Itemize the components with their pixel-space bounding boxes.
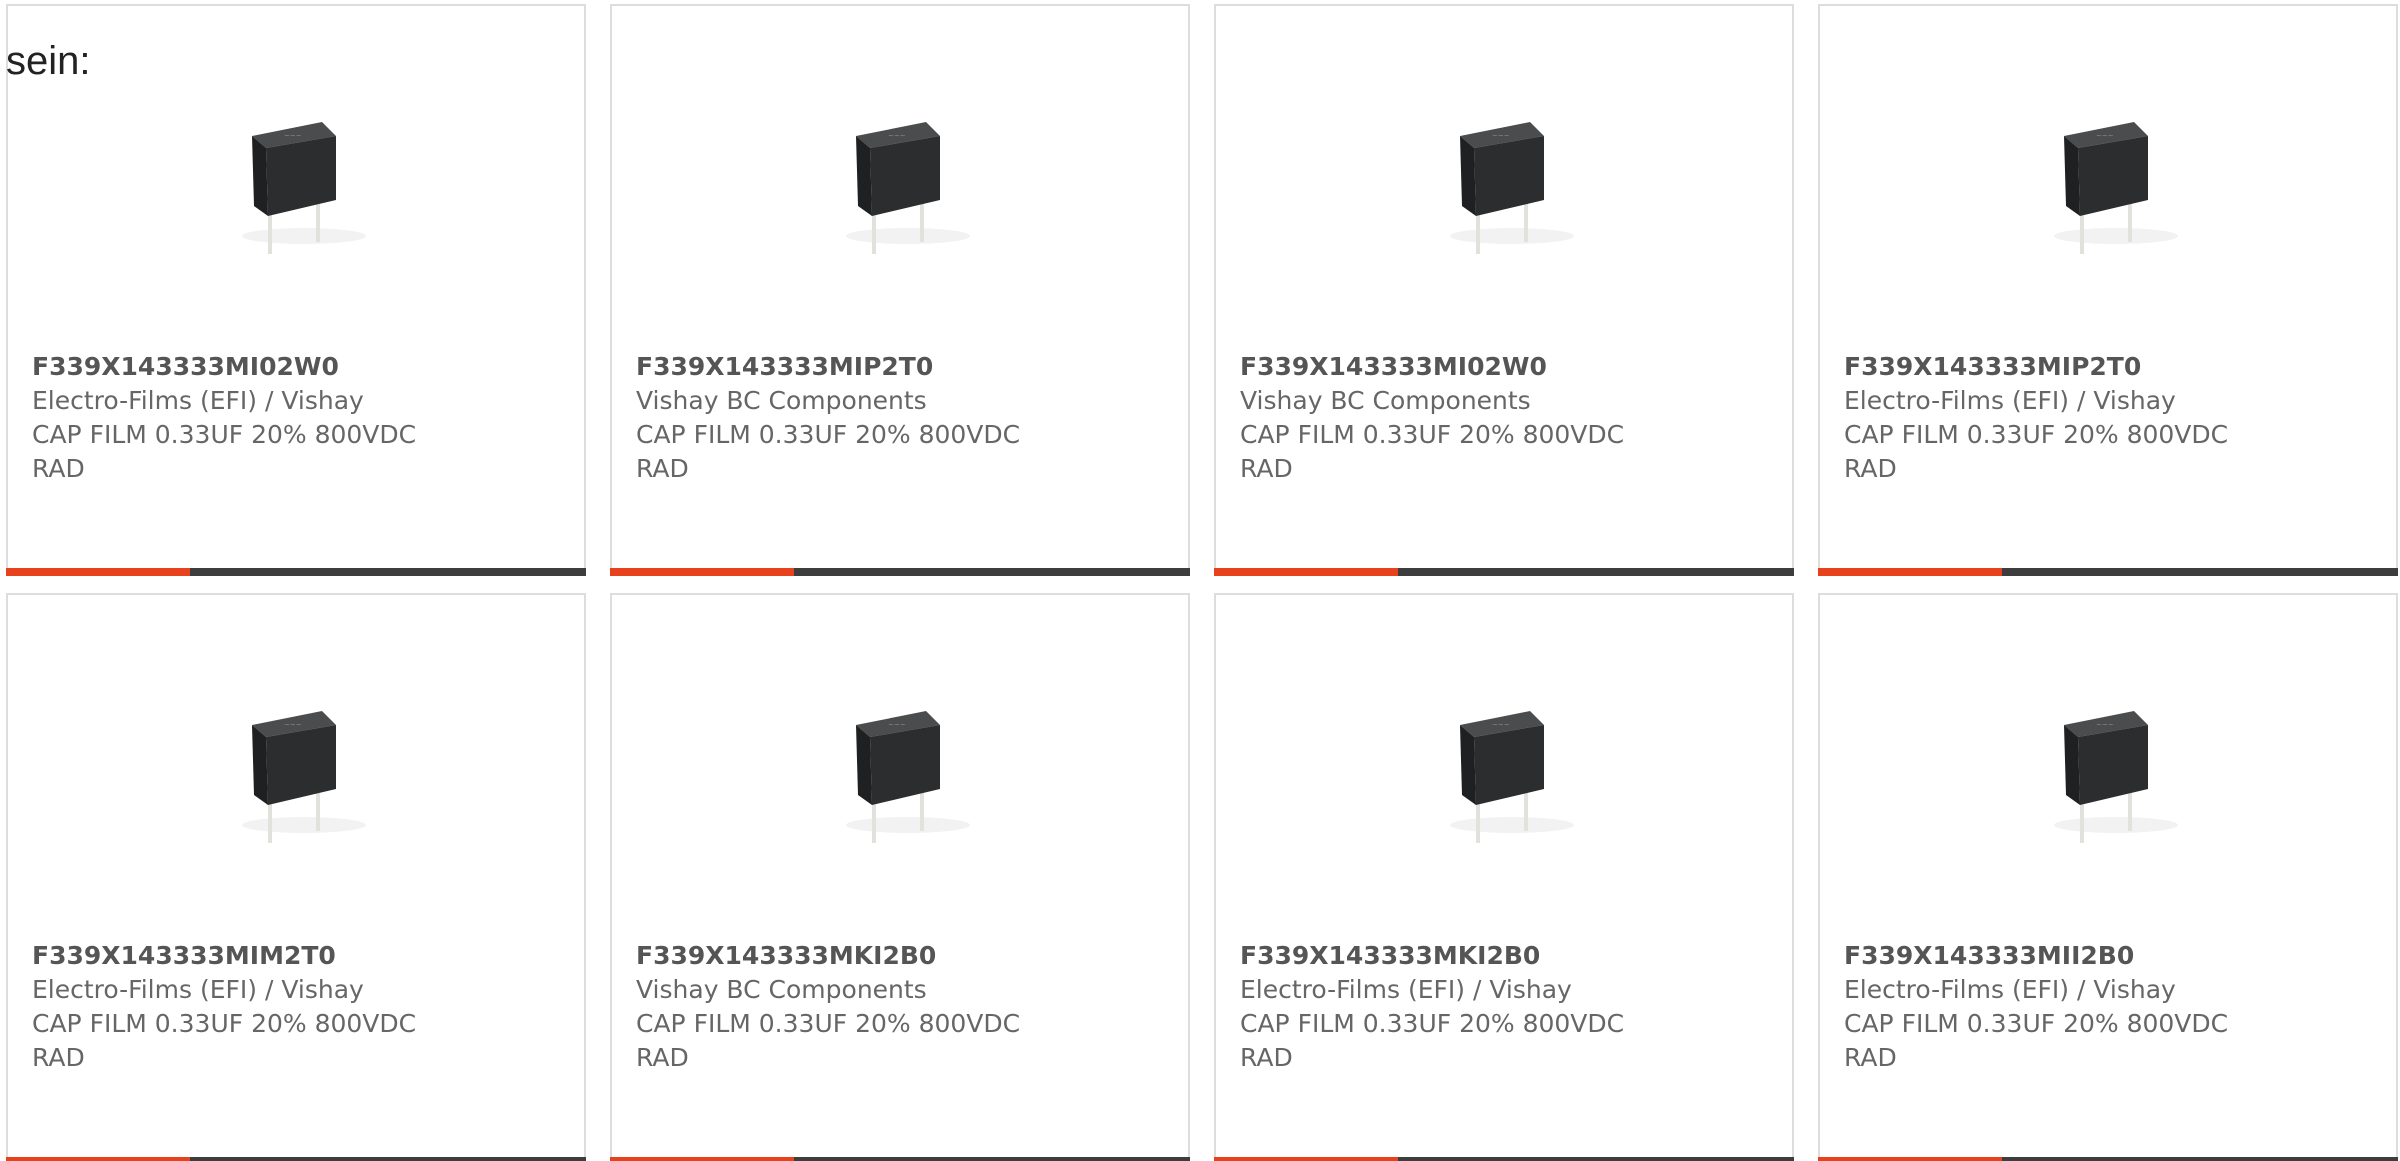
page: ~~~ F339X143333MI02W0 Electro-Films (EFI… xyxy=(0,0,2400,1161)
card-bottom-bar xyxy=(610,568,1190,576)
card-bottom-bar xyxy=(6,1157,586,1161)
card-bottom-bar xyxy=(6,568,586,576)
description-line-1: CAP FILM 0.33UF 20% 800VDC xyxy=(32,420,417,449)
description-line-1: CAP FILM 0.33UF 20% 800VDC xyxy=(636,1009,1021,1038)
manufacturer: Vishay BC Components xyxy=(636,386,927,415)
product-card[interactable]: ~~~ F339X143333MI02W0 Vishay BC Componen… xyxy=(1214,4,1794,576)
description-line-1: CAP FILM 0.33UF 20% 800VDC xyxy=(1240,420,1625,449)
card-bottom-bar xyxy=(1214,1157,1794,1161)
capacitor-image: ~~~ xyxy=(1450,122,1574,254)
card-bottom-bar xyxy=(1818,568,2398,576)
description-line-1: CAP FILM 0.33UF 20% 800VDC xyxy=(636,420,1021,449)
product-info: F339X143333MII2B0 Electro-Films (EFI) / … xyxy=(1844,939,2372,1075)
part-number[interactable]: F339X143333MIP2T0 xyxy=(636,350,1164,384)
card-accent-bar xyxy=(6,568,190,576)
svg-text:~~~: ~~~ xyxy=(888,721,906,729)
part-number[interactable]: F339X143333MKI2B0 xyxy=(1240,939,1768,973)
part-number[interactable]: F339X143333MIP2T0 xyxy=(1844,350,2372,384)
product-info: F339X143333MIP2T0 Vishay BC Components C… xyxy=(636,350,1164,486)
product-info: F339X143333MI02W0 Electro-Films (EFI) / … xyxy=(32,350,560,486)
capacitor-image: ~~~ xyxy=(242,711,366,843)
description-line-2: RAD xyxy=(1240,1043,1293,1072)
card-accent-bar xyxy=(610,568,794,576)
product-card[interactable]: ~~~ F339X143333MKI2B0 Electro-Films (EFI… xyxy=(1214,593,1794,1161)
manufacturer: Electro-Films (EFI) / Vishay xyxy=(32,975,364,1004)
card-accent-bar xyxy=(1214,568,1398,576)
svg-text:~~~: ~~~ xyxy=(888,132,906,140)
svg-text:~~~: ~~~ xyxy=(284,721,302,729)
card-bottom-bar xyxy=(1818,1157,2398,1161)
product-card[interactable]: ~~~ F339X143333MIP2T0 Vishay BC Componen… xyxy=(610,4,1190,576)
svg-text:~~~: ~~~ xyxy=(284,132,302,140)
product-info: F339X143333MKI2B0 Vishay BC Components C… xyxy=(636,939,1164,1075)
description-line-2: RAD xyxy=(32,1043,85,1072)
card-accent-bar xyxy=(610,1157,794,1161)
product-info: F339X143333MI02W0 Vishay BC Components C… xyxy=(1240,350,1768,486)
capacitor-image: ~~~ xyxy=(242,122,366,254)
description-line-2: RAD xyxy=(1844,1043,1897,1072)
card-bottom-bar xyxy=(1214,568,1794,576)
part-number[interactable]: F339X143333MIM2T0 xyxy=(32,939,560,973)
part-number[interactable]: F339X143333MI02W0 xyxy=(1240,350,1768,384)
description-line-2: RAD xyxy=(32,454,85,483)
description-line-2: RAD xyxy=(1240,454,1293,483)
product-card[interactable]: ~~~ F339X143333MII2B0 Electro-Films (EFI… xyxy=(1818,593,2398,1161)
capacitor-image: ~~~ xyxy=(2054,122,2178,254)
product-card[interactable]: ~~~ F339X143333MIP2T0 Electro-Films (EFI… xyxy=(1818,4,2398,576)
svg-text:~~~: ~~~ xyxy=(1492,132,1510,140)
product-grid: ~~~ F339X143333MI02W0 Electro-Films (EFI… xyxy=(6,4,2398,1161)
description-line-1: CAP FILM 0.33UF 20% 800VDC xyxy=(1844,1009,2229,1038)
description-line-2: RAD xyxy=(636,1043,689,1072)
product-card[interactable]: ~~~ F339X143333MIM2T0 Electro-Films (EFI… xyxy=(6,593,586,1161)
intro-text: sein: xyxy=(6,39,91,83)
description-line-1: CAP FILM 0.33UF 20% 800VDC xyxy=(32,1009,417,1038)
capacitor-image: ~~~ xyxy=(846,711,970,843)
card-accent-bar xyxy=(1214,1157,1398,1161)
svg-text:~~~: ~~~ xyxy=(2096,132,2114,140)
description-line-2: RAD xyxy=(1844,454,1897,483)
product-card[interactable]: ~~~ F339X143333MKI2B0 Vishay BC Componen… xyxy=(610,593,1190,1161)
svg-text:~~~: ~~~ xyxy=(1492,721,1510,729)
card-bottom-bar xyxy=(610,1157,1190,1161)
manufacturer: Electro-Films (EFI) / Vishay xyxy=(32,386,364,415)
capacitor-image: ~~~ xyxy=(2054,711,2178,843)
manufacturer: Vishay BC Components xyxy=(636,975,927,1004)
manufacturer: Electro-Films (EFI) / Vishay xyxy=(1844,975,2176,1004)
product-info: F339X143333MKI2B0 Electro-Films (EFI) / … xyxy=(1240,939,1768,1075)
description-line-1: CAP FILM 0.33UF 20% 800VDC xyxy=(1844,420,2229,449)
description-line-2: RAD xyxy=(636,454,689,483)
part-number[interactable]: F339X143333MII2B0 xyxy=(1844,939,2372,973)
part-number[interactable]: F339X143333MKI2B0 xyxy=(636,939,1164,973)
card-accent-bar xyxy=(1818,568,2002,576)
manufacturer: Electro-Films (EFI) / Vishay xyxy=(1844,386,2176,415)
manufacturer: Electro-Films (EFI) / Vishay xyxy=(1240,975,1572,1004)
product-info: F339X143333MIM2T0 Electro-Films (EFI) / … xyxy=(32,939,560,1075)
part-number[interactable]: F339X143333MI02W0 xyxy=(32,350,560,384)
capacitor-image: ~~~ xyxy=(1450,711,1574,843)
capacitor-image: ~~~ xyxy=(846,122,970,254)
card-accent-bar xyxy=(6,1157,190,1161)
product-info: F339X143333MIP2T0 Electro-Films (EFI) / … xyxy=(1844,350,2372,486)
card-accent-bar xyxy=(1818,1157,2002,1161)
product-card[interactable]: ~~~ F339X143333MI02W0 Electro-Films (EFI… xyxy=(6,4,586,576)
manufacturer: Vishay BC Components xyxy=(1240,386,1531,415)
svg-text:~~~: ~~~ xyxy=(2096,721,2114,729)
description-line-1: CAP FILM 0.33UF 20% 800VDC xyxy=(1240,1009,1625,1038)
